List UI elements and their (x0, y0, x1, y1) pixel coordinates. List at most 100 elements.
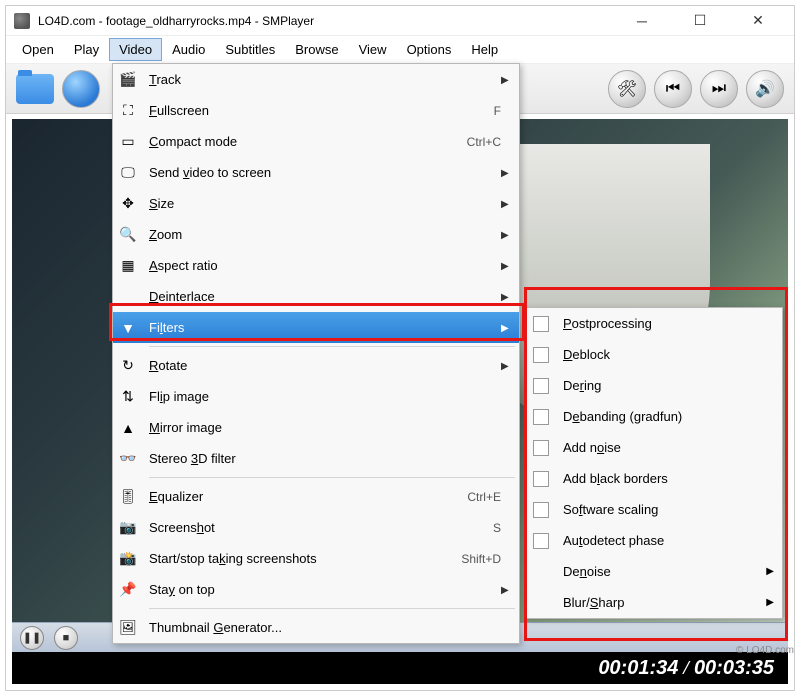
shot-icon: 📷 (117, 517, 139, 539)
video-dropdown: 🎬Track▶⛶FullscreenF ▭ Compact modeCtrl+C 🖵 S… (112, 63, 520, 644)
menu-item-start-stop-taking-screenshots[interactable]: 📸Start/stop taking screenshotsShift+D (113, 543, 519, 574)
filter-item-deblock[interactable]: Deblock (525, 339, 782, 370)
filter-item-denoise[interactable]: Denoise▶ (525, 556, 782, 587)
menu-item-label: Send video to screen (149, 165, 501, 180)
expand-icon: ⛶ (117, 100, 139, 122)
watermark: © LO4D.com (736, 645, 794, 656)
filter-label: Software scaling (563, 502, 774, 517)
menu-item-mirror-image[interactable]: ▲Mirror image (113, 412, 519, 443)
menu-play[interactable]: Play (64, 38, 109, 61)
time-display-bar: 00:01:34 / 00:03:35 (12, 652, 788, 684)
checkbox[interactable] (533, 347, 549, 363)
resize-icon: ✥ (117, 193, 139, 215)
menu-item-label: Screenshot (149, 520, 493, 535)
menu-item-label: Stereo 3D filter (149, 451, 511, 466)
menu-separator (149, 346, 515, 347)
submenu-arrow-icon: ▶ (501, 75, 511, 85)
stop-button[interactable]: ■ (54, 626, 78, 650)
checkbox[interactable] (533, 440, 549, 456)
checkbox[interactable] (533, 316, 549, 332)
time-display: 00:01:34 / 00:03:35 (598, 657, 774, 680)
filter-item-add-black-borders[interactable]: Add black borders (525, 463, 782, 494)
shots-icon: 📸 (117, 548, 139, 570)
menu-item-label: Flip image (149, 389, 511, 404)
submenu-arrow-icon: ▶ (501, 361, 511, 371)
filter-item-debanding-gradfun-[interactable]: Debanding (gradfun) (525, 401, 782, 432)
filter-item-autodetect-phase[interactable]: Autodetect phase (525, 525, 782, 556)
menu-item-fullscreen[interactable]: ⛶FullscreenF (113, 95, 519, 126)
open-url-icon[interactable] (62, 70, 100, 108)
filters-submenu: Postprocessing Deblock Dering Debanding (gr… (524, 307, 783, 619)
menu-view[interactable]: View (349, 38, 397, 61)
monitor-icon: 🖵 (117, 162, 139, 184)
filter-item-postprocessing[interactable]: Postprocessing (525, 308, 782, 339)
menu-shortcut: Shift+D (461, 552, 501, 566)
checkbox[interactable] (533, 378, 549, 394)
titlebar-controls: ─ ☐ ✕ (622, 9, 778, 33)
menu-item-compact-mode[interactable]: ▭ Compact modeCtrl+C (113, 126, 519, 157)
menu-item-label: Compact mode (149, 134, 467, 149)
menu-item-screenshot[interactable]: 📷 ScreenshotS (113, 512, 519, 543)
submenu-arrow-icon: ▶ (501, 323, 511, 333)
minimize-button[interactable]: ─ (622, 9, 662, 33)
volume-icon[interactable]: 🔊 (746, 70, 784, 108)
app-icon (14, 13, 30, 29)
menu-item-stay-on-top[interactable]: 📌Stay on top▶ (113, 574, 519, 605)
menu-item-thumbnail-generator-[interactable]: 🖼Thumbnail Generator... (113, 612, 519, 643)
menu-item-label: Size (149, 196, 501, 211)
menu-shortcut: S (493, 521, 501, 535)
filter-label: Blur/Sharp (563, 595, 766, 610)
prev-track-icon[interactable]: ⏮ (654, 70, 692, 108)
menu-subtitles[interactable]: Subtitles (215, 38, 285, 61)
menu-item-filters[interactable]: ▼Filters▶ (113, 312, 519, 343)
open-file-icon[interactable] (16, 74, 54, 104)
filter-item-software-scaling[interactable]: Software scaling (525, 494, 782, 525)
menu-item-size[interactable]: ✥Size▶ (113, 188, 519, 219)
menu-open[interactable]: Open (12, 38, 64, 61)
next-track-icon[interactable]: ⏭ (700, 70, 738, 108)
menu-item-label: Thumbnail Generator... (149, 620, 511, 635)
filter-item-add-noise[interactable]: Add noise (525, 432, 782, 463)
maximize-button[interactable]: ☐ (680, 9, 720, 33)
stereo-icon: 👓 (117, 448, 139, 470)
submenu-arrow-icon: ▶ (501, 585, 511, 595)
menu-item-track[interactable]: 🎬Track▶ (113, 64, 519, 95)
menu-audio[interactable]: Audio (162, 38, 215, 61)
pin-icon: 📌 (117, 579, 139, 601)
close-button[interactable]: ✕ (738, 9, 778, 33)
time-current: 00:01:34 (598, 657, 678, 679)
filter-label: Denoise (563, 564, 766, 579)
checkbox[interactable] (533, 471, 549, 487)
menu-item-equalizer[interactable]: 🎚EqualizerCtrl+E (113, 481, 519, 512)
submenu-arrow-icon: ▶ (501, 168, 511, 178)
pause-button[interactable]: ❚❚ (20, 626, 44, 650)
filter-item-dering[interactable]: Dering (525, 370, 782, 401)
menu-item-stereo-3d-filter[interactable]: 👓 Stereo 3D filter (113, 443, 519, 474)
checkbox[interactable] (533, 533, 549, 549)
window-icon: ▭ (117, 131, 139, 153)
window-title: LO4D.com - footage_oldharryrocks.mp4 - S… (38, 14, 622, 28)
menu-item-rotate[interactable]: ↻Rotate▶ (113, 350, 519, 381)
menu-item-aspect-ratio[interactable]: ▦Aspect ratio▶ (113, 250, 519, 281)
menu-item-deinterlace[interactable]: Deinterlace▶ (113, 281, 519, 312)
menu-item-zoom[interactable]: 🔍Zoom▶ (113, 219, 519, 250)
filter-label: Dering (563, 378, 774, 393)
menu-options[interactable]: Options (397, 38, 462, 61)
settings-icon[interactable]: 🛠 (608, 70, 646, 108)
menu-help[interactable]: Help (461, 38, 508, 61)
menu-item-flip-image[interactable]: ⇅ Flip image (113, 381, 519, 412)
checkbox[interactable] (533, 409, 549, 425)
filter-label: Deblock (563, 347, 774, 362)
filter-label: Add noise (563, 440, 774, 455)
submenu-arrow-icon: ▶ (766, 566, 774, 577)
flip-icon: ⇅ (117, 386, 139, 408)
checkbox[interactable] (533, 502, 549, 518)
filter-item-blur-sharp[interactable]: Blur/Sharp▶ (525, 587, 782, 618)
menu-video[interactable]: Video (109, 38, 162, 61)
menu-item-label: Zoom (149, 227, 501, 242)
menu-shortcut: Ctrl+C (467, 135, 501, 149)
filter-label: Add black borders (563, 471, 774, 486)
filter-label: Autodetect phase (563, 533, 774, 548)
menu-item-send-video-to-screen[interactable]: 🖵 Send video to screen▶ (113, 157, 519, 188)
menu-browse[interactable]: Browse (285, 38, 348, 61)
